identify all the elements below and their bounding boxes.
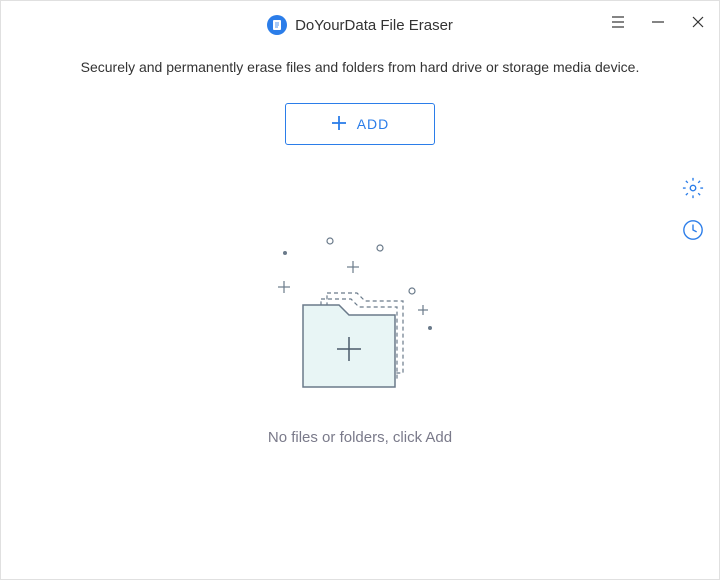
minimize-icon	[651, 15, 665, 29]
gear-icon	[682, 177, 704, 199]
hamburger-icon	[611, 16, 625, 28]
empty-state: No files or folders, click Add	[1, 233, 719, 446]
close-button[interactable]	[689, 13, 707, 31]
window-controls	[609, 13, 707, 31]
app-title: DoYourData File Eraser	[295, 17, 453, 34]
close-icon	[691, 15, 705, 29]
empty-state-message: No files or folders, click Add	[268, 429, 452, 446]
minimize-button[interactable]	[649, 13, 667, 31]
menu-button[interactable]	[609, 13, 627, 31]
add-button-label: ADD	[357, 116, 390, 132]
add-button[interactable]: ADD	[285, 103, 435, 145]
title-bar: DoYourData File Eraser	[1, 1, 719, 49]
subtitle: Securely and permanently erase files and…	[1, 59, 719, 75]
settings-button[interactable]	[681, 176, 705, 200]
empty-folder-icon	[245, 233, 475, 413]
app-logo-icon	[267, 15, 287, 35]
plus-icon	[331, 115, 347, 134]
